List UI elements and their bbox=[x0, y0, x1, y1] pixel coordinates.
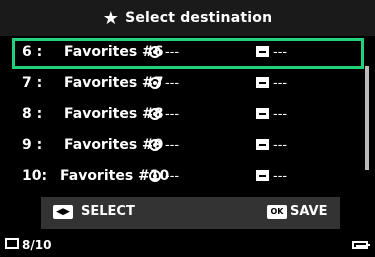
page-title: ★ Select destination bbox=[0, 8, 375, 29]
item-number: 10: bbox=[22, 168, 48, 184]
title-text: Select destination bbox=[125, 10, 273, 26]
list-item[interactable]: 6 : Favorites #6 --- --- bbox=[12, 38, 364, 69]
ok-button-icon: OK bbox=[267, 205, 287, 219]
folder-icon bbox=[256, 46, 269, 57]
folder-icon bbox=[256, 108, 269, 119]
item-number: 6 : bbox=[22, 44, 43, 60]
folder-icon bbox=[256, 139, 269, 150]
select-label[interactable]: SELECT bbox=[81, 204, 135, 219]
folder-value: --- bbox=[273, 169, 288, 184]
focus-point-icon bbox=[149, 108, 161, 120]
title-bar: ★ Select destination bbox=[0, 0, 375, 36]
focus-value: --- bbox=[165, 138, 180, 153]
list-item[interactable]: 8 : Favorites #8 --- --- bbox=[12, 100, 364, 131]
focus-value: --- bbox=[165, 169, 180, 184]
item-number: 8 : bbox=[22, 106, 43, 122]
favorites-list: 6 : Favorites #6 --- --- 7 : Favorites #7 … bbox=[12, 38, 364, 193]
folder-value: --- bbox=[273, 76, 288, 91]
save-button[interactable]: SAVE bbox=[290, 204, 327, 219]
focus-point-icon bbox=[149, 170, 161, 182]
battery-icon bbox=[352, 241, 370, 249]
focus-value: --- bbox=[165, 107, 180, 122]
focus-point-icon bbox=[149, 46, 161, 58]
focus-value: --- bbox=[165, 76, 180, 91]
item-number: 7 : bbox=[22, 75, 43, 91]
folder-icon bbox=[256, 77, 269, 88]
left-right-arrows-icon: ◀▶ bbox=[53, 205, 73, 219]
list-item[interactable]: 10: Favorites #10 --- --- bbox=[12, 162, 364, 193]
folder-value: --- bbox=[273, 138, 288, 153]
star-icon: ★ bbox=[102, 8, 120, 29]
focus-value: --- bbox=[165, 45, 180, 60]
folder-icon bbox=[256, 170, 269, 181]
focus-point-icon bbox=[149, 77, 161, 89]
folder-value: --- bbox=[273, 45, 288, 60]
card-icon bbox=[5, 238, 19, 249]
page-indicator: 8/10 bbox=[5, 238, 51, 252]
control-panel: ◀▶ SELECT OK SAVE bbox=[41, 197, 340, 229]
page-count: 8/10 bbox=[22, 238, 52, 252]
scrollbar[interactable] bbox=[365, 66, 369, 170]
focus-point-icon bbox=[149, 139, 161, 151]
folder-value: --- bbox=[273, 107, 288, 122]
item-number: 9 : bbox=[22, 137, 43, 153]
list-item[interactable]: 9 : Favorites #9 --- --- bbox=[12, 131, 364, 162]
list-item[interactable]: 7 : Favorites #7 --- --- bbox=[12, 69, 364, 100]
